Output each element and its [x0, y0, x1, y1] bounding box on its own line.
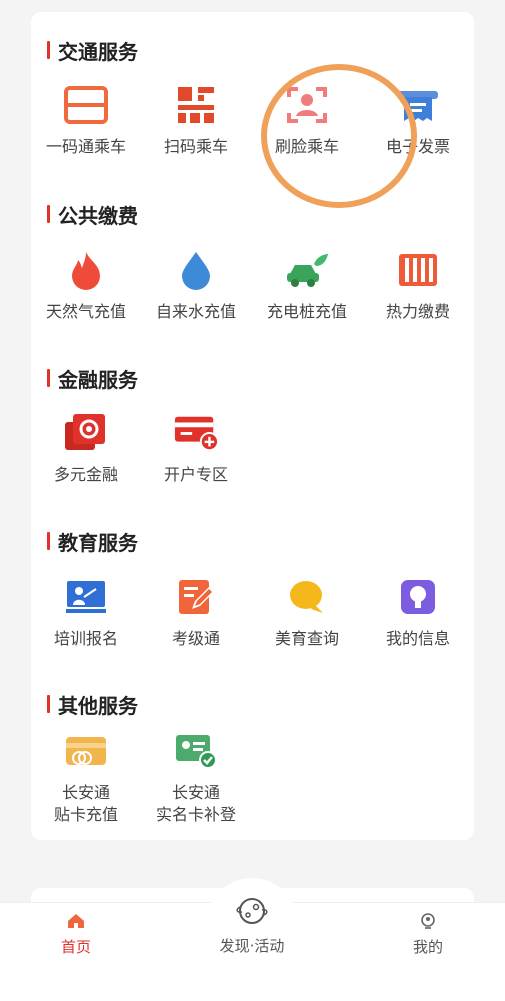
gold-card-icon — [63, 728, 109, 774]
section-title-text: 交通服务 — [58, 39, 138, 64]
section-title-payment: 公共缴费 — [47, 200, 138, 228]
service-water-topup[interactable]: 自来水充值 — [141, 247, 251, 323]
section-title-text: 教育服务 — [58, 530, 138, 555]
section-title-education: 教育服务 — [47, 527, 138, 555]
flame-icon — [63, 247, 109, 293]
tab-home[interactable]: 首页 — [38, 910, 114, 957]
finance-cards-icon — [63, 410, 109, 456]
section-marker — [47, 41, 50, 59]
speech-bubble-icon — [284, 574, 330, 620]
service-label: 天然气充值 — [45, 302, 126, 321]
card-scan-icon — [63, 82, 109, 128]
service-label: 扫码乘车 — [163, 137, 228, 156]
section-title-text: 其他服务 — [58, 693, 138, 718]
service-heating-fee[interactable]: 热力缴费 — [363, 247, 473, 323]
section-marker — [47, 205, 50, 223]
home-icon — [38, 910, 114, 932]
water-drop-icon — [173, 247, 219, 293]
tab-label: 首页 — [60, 938, 91, 956]
service-label: 自来水充值 — [155, 302, 236, 321]
service-charging-topup[interactable]: 充电桩充值 — [252, 247, 362, 323]
service-label: 美育查询 — [274, 629, 339, 648]
service-training-signup[interactable]: 培训报名 — [31, 574, 141, 650]
section-marker — [47, 369, 50, 387]
edit-document-icon — [173, 574, 219, 620]
tab-label: 发现·活动 — [219, 937, 285, 955]
highlight-circle — [261, 64, 417, 208]
service-my-info[interactable]: 我的信息 — [363, 574, 473, 650]
planet-icon — [202, 893, 302, 929]
user-badge-icon — [395, 574, 441, 620]
service-qr-pass[interactable]: 一码通乘车 — [31, 82, 141, 158]
service-exam-pass[interactable]: 考级通 — [141, 574, 251, 650]
tab-mine[interactable]: 我的 — [390, 910, 466, 957]
section-title-other: 其他服务 — [47, 690, 138, 718]
service-label: 开户专区 — [163, 465, 228, 484]
service-label: 热力缴费 — [385, 302, 450, 321]
service-account-open[interactable]: 开户专区 — [141, 410, 251, 486]
classroom-board-icon — [63, 574, 109, 620]
qr-code-icon — [173, 82, 219, 128]
tab-label: 我的 — [412, 938, 443, 956]
service-diverse-finance[interactable]: 多元金融 — [31, 410, 141, 486]
service-gas-topup[interactable]: 天然气充值 — [31, 247, 141, 323]
section-title-finance: 金融服务 — [47, 364, 138, 392]
section-title-transport: 交通服务 — [47, 36, 138, 64]
tab-discover[interactable]: 发现·活动 — [202, 893, 302, 956]
service-label: 考级通 — [171, 629, 220, 648]
service-label: 长安通 贴卡充值 — [53, 783, 118, 824]
service-label: 长安通 实名卡补登 — [155, 783, 236, 824]
radiator-icon — [395, 247, 441, 293]
section-title-text: 公共缴费 — [58, 203, 138, 228]
services-card: 交通服务 一码通乘车 扫码乘车 刷脸乘车 电子发票 公共缴费 天然气充值 自来水… — [31, 12, 474, 840]
service-label: 我的信息 — [385, 629, 450, 648]
section-marker — [47, 532, 50, 550]
service-label: 培训报名 — [53, 629, 118, 648]
service-realname-card[interactable]: 长安通 实名卡补登 — [141, 728, 251, 826]
section-marker — [47, 695, 50, 713]
service-label: 充电桩充值 — [266, 302, 347, 321]
card-add-icon — [173, 410, 219, 456]
service-label: 多元金融 — [53, 465, 118, 484]
service-scan-ride[interactable]: 扫码乘车 — [141, 82, 251, 158]
user-icon — [390, 910, 466, 932]
service-card-topup[interactable]: 长安通 贴卡充值 — [31, 728, 141, 826]
service-arts-query[interactable]: 美育查询 — [252, 574, 362, 650]
electric-car-icon — [284, 247, 330, 293]
id-card-check-icon — [173, 728, 219, 774]
section-title-text: 金融服务 — [58, 367, 138, 392]
service-label: 一码通乘车 — [45, 137, 126, 156]
